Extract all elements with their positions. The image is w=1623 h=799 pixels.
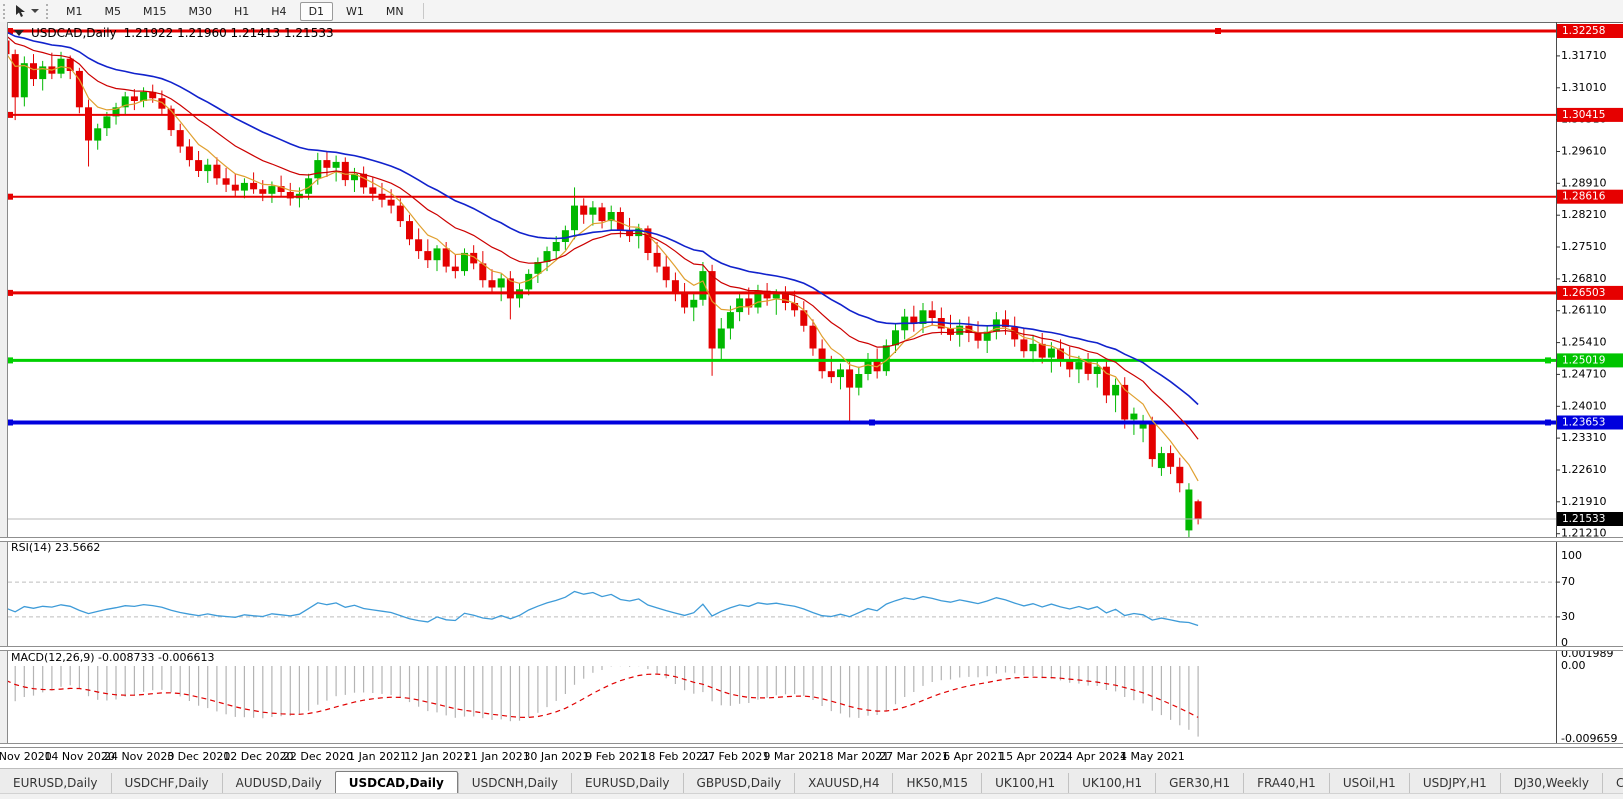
chart-tab-USDJPY-H1[interactable]: USDJPY,H1 [1409, 773, 1500, 793]
svg-text:1.25410: 1.25410 [1561, 336, 1607, 349]
date-label: 4 May 2021 [1120, 750, 1185, 763]
date-label: 15 Apr 2021 [999, 750, 1067, 763]
svg-text:100: 100 [1561, 549, 1582, 562]
toolbar-grip-2[interactable] [46, 4, 51, 19]
chart-dropdown-icon[interactable] [14, 30, 24, 36]
timeframe-button-H1[interactable]: H1 [225, 2, 258, 21]
timeframe-button-MN[interactable]: MN [377, 2, 413, 21]
date-label: 1 Jan 2021 [348, 750, 407, 763]
chart-symbol-label: USDCAD,Daily [31, 26, 117, 40]
chart-tab-DJ30-Weekly[interactable]: DJ30,Weekly [1500, 773, 1602, 793]
date-label: 9 Feb 2021 [585, 750, 646, 763]
time-axis: 5 Nov 202014 Nov 202024 Nov 20203 Dec 20… [0, 748, 1623, 768]
macd-label: MACD(12,26,9) -0.008733 -0.006613 [11, 651, 214, 664]
svg-text:1.21910: 1.21910 [1561, 495, 1607, 508]
svg-text:1.26810: 1.26810 [1561, 272, 1607, 285]
date-label: 18 Feb 2021 [641, 750, 709, 763]
chart-tab-GER30-H1[interactable]: GER30,H1 [1155, 773, 1243, 793]
cursor-arrow-icon [14, 4, 28, 18]
date-label: 22 Dec 2020 [283, 750, 353, 763]
svg-text:0.00: 0.00 [1561, 659, 1586, 672]
svg-text:1.28616: 1.28616 [1562, 191, 1606, 203]
svg-text:1.24010: 1.24010 [1561, 399, 1607, 412]
toolbar: M1M5M15M30H1H4 D1W1MN [0, 0, 1623, 23]
svg-text:1.28210: 1.28210 [1561, 208, 1607, 221]
chart-tab-FRA40-H1[interactable]: FRA40,H1 [1243, 773, 1329, 793]
chart-tabs-bar: EURUSD,DailyUSDCHF,DailyAUDUSD,DailyUSDC… [0, 768, 1623, 794]
cursor-tool-icon[interactable] [12, 2, 30, 20]
svg-text:30: 30 [1561, 610, 1575, 623]
svg-text:1.30415: 1.30415 [1562, 109, 1605, 121]
timeframe-button-M30[interactable]: M30 [180, 2, 222, 21]
svg-text:1.22610: 1.22610 [1561, 463, 1607, 476]
chart-canvas[interactable]: 1.317101.310101.303101.296101.289101.282… [0, 22, 1623, 744]
chart-title: USDCAD,Daily 1.21922 1.21960 1.21413 1.2… [14, 26, 334, 40]
svg-text:1.26110: 1.26110 [1561, 304, 1607, 317]
svg-text:1.21533: 1.21533 [1562, 513, 1605, 525]
svg-text:1.27510: 1.27510 [1561, 240, 1607, 253]
chart-tab-USDCHF-Daily[interactable]: USDCHF,Daily [111, 773, 222, 793]
chart-tab-UK100-H1[interactable]: UK100,H1 [981, 773, 1068, 793]
rsi-label: RSI(14) 23.5662 [11, 541, 100, 554]
chart-window: 1.317101.310101.303101.296101.289101.282… [0, 22, 1623, 768]
timeframe-button-W1[interactable]: W1 [337, 2, 373, 21]
timeframe-toolbar: M1M5M15M30H1H4 D1W1MN [55, 0, 415, 22]
mt4-window: M1M5M15M30H1H4D1W1MN 1.317101.310101.303… [0, 0, 1623, 799]
svg-text:1.31010: 1.31010 [1561, 81, 1607, 94]
cursor-tool-dropdown-icon[interactable] [31, 9, 39, 13]
date-label: 21 Jan 2021 [464, 750, 530, 763]
svg-text:1.23310: 1.23310 [1561, 431, 1607, 444]
chart-tab-GBPUSD-Daily[interactable]: GBPUSD,Daily [683, 773, 795, 793]
timeframe-button-M1[interactable]: M1 [57, 2, 92, 21]
chart-tab-HK50-M15[interactable]: HK50,M15 [892, 773, 981, 793]
date-label: 24 Apr 2021 [1059, 750, 1127, 763]
date-label: 12 Jan 2021 [404, 750, 470, 763]
chart-tab-AUDUSD-Daily[interactable]: AUDUSD,Daily [222, 773, 335, 793]
chart-tab-UK100-H1[interactable]: UK100,H1 [1068, 773, 1155, 793]
chart-tab-USOil-H1[interactable]: USOil,H1 [1329, 773, 1409, 793]
date-label: 9 Mar 2021 [763, 750, 826, 763]
timeframe-button-M15[interactable]: M15 [134, 2, 176, 21]
date-label: 3 Dec 2020 [167, 750, 230, 763]
chart-tab-EURUSD-Daily[interactable]: EURUSD,Daily [571, 773, 683, 793]
chart-ohlc-values: 1.21922 1.21960 1.21413 1.21533 [124, 26, 334, 40]
chart-tab-XAUUSD-H4[interactable]: XAUUSD,H4 [794, 773, 892, 793]
svg-text:1.31710: 1.31710 [1561, 49, 1607, 62]
timeframe-button-M5[interactable]: M5 [96, 2, 131, 21]
date-label: 27 Feb 2021 [701, 750, 769, 763]
timeframe-button-D1[interactable]: D1 [300, 2, 333, 21]
svg-text:1.32258: 1.32258 [1562, 25, 1605, 37]
date-label: 6 Apr 2021 [943, 750, 1004, 763]
svg-text:1.25019: 1.25019 [1562, 354, 1605, 366]
svg-text:1.24710: 1.24710 [1561, 367, 1607, 380]
date-label: 27 Mar 2021 [879, 750, 949, 763]
chart-tab-USDCAD-Daily[interactable]: USDCAD,Daily [335, 771, 458, 794]
toolbar-grip[interactable] [3, 4, 8, 19]
svg-text:1.28910: 1.28910 [1561, 176, 1607, 189]
chart-tab-USDCNH-Daily[interactable]: USDCNH,Daily [458, 773, 571, 793]
svg-text:1.23653: 1.23653 [1562, 417, 1605, 429]
svg-text:70: 70 [1561, 575, 1575, 588]
date-label: 30 Jan 2021 [523, 750, 589, 763]
status-bar [0, 793, 1623, 799]
chart-tab-CHINA300-H1[interactable]: CHINA300,H1 [1602, 773, 1623, 793]
timeframe-button-H4[interactable]: H4 [262, 2, 295, 21]
toolbar-separator [423, 3, 424, 19]
panel-divider-rsi[interactable] [0, 537, 1623, 542]
svg-text:1.26503: 1.26503 [1562, 287, 1605, 299]
panel-divider-macd[interactable] [0, 646, 1623, 651]
svg-text:1.29610: 1.29610 [1561, 145, 1607, 158]
chart-tab-EURUSD-Daily[interactable]: EURUSD,Daily [0, 773, 111, 793]
date-label: 24 Nov 2020 [104, 750, 174, 763]
